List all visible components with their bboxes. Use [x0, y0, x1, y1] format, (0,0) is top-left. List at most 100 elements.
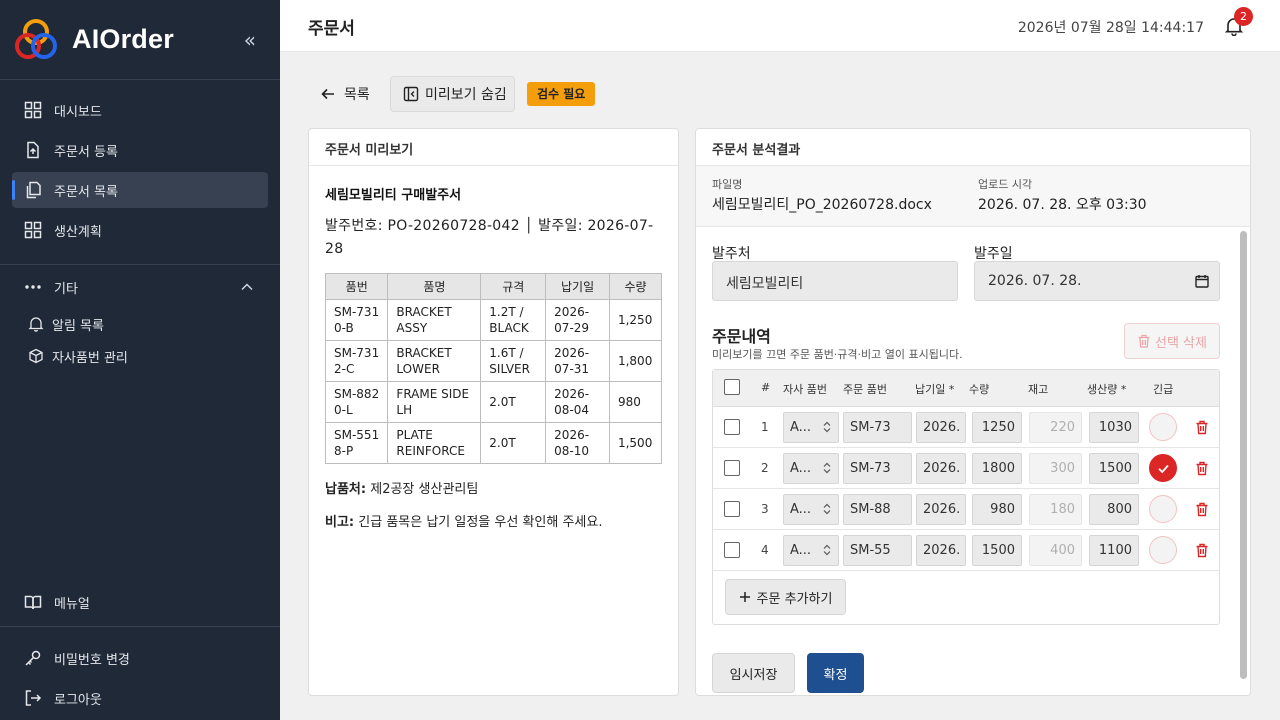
column-header-urgent: 긴급: [1153, 383, 1174, 396]
delete-row-icon[interactable]: [1195, 543, 1209, 558]
delete-row-icon[interactable]: [1195, 461, 1209, 476]
delete-row-icon[interactable]: [1195, 502, 1209, 517]
order-date-value: 2026. 07. 28.: [988, 273, 1082, 289]
note-label: 비고:: [325, 515, 355, 530]
nav-item-notifications[interactable]: 알림 목록: [12, 309, 268, 339]
column-header: 납기일: [545, 273, 610, 300]
cell-part-name: FRAME SIDE LH: [387, 381, 482, 423]
own-part-select[interactable]: A...: [783, 494, 839, 525]
due-date-input[interactable]: 2026.: [916, 535, 966, 566]
collapse-sidebar-icon[interactable]: «: [244, 28, 256, 52]
scrollbar[interactable]: [1240, 231, 1247, 679]
row-checkbox[interactable]: [724, 542, 740, 558]
delivery-label: 납품처:: [325, 482, 367, 497]
own-part-value: A...: [790, 461, 812, 476]
table-row: SM-7310-B BRACKET ASSY 1.2T / BLACK 2026…: [324, 299, 663, 341]
urgent-toggle[interactable]: [1149, 536, 1177, 564]
cell-part-no: SM-7312-C: [324, 340, 389, 382]
logout-link[interactable]: 로그아웃: [12, 680, 268, 716]
select-all-checkbox[interactable]: [724, 379, 740, 395]
nav-item-production-plan[interactable]: 생산계획: [12, 212, 268, 248]
row-checkbox[interactable]: [724, 501, 740, 517]
box-icon: [29, 348, 43, 364]
nav-item-order-list[interactable]: 주문서 목록: [12, 172, 268, 208]
row-checkbox[interactable]: [724, 460, 740, 476]
page-title: 주문서: [308, 19, 355, 39]
more-dots-icon: [25, 285, 41, 289]
own-part-select[interactable]: A...: [783, 412, 839, 443]
table-row: SM-7312-C BRACKET LOWER 1.6T / SILVER 20…: [324, 340, 663, 382]
row-checkbox[interactable]: [724, 419, 740, 435]
urgent-toggle[interactable]: [1149, 495, 1177, 523]
cell-part-no: SM-5518-P: [324, 422, 389, 464]
order-part-input[interactable]: SM-73: [843, 412, 912, 443]
upload-time-label: 업로드 시각: [978, 178, 1033, 191]
production-input[interactable]: 800: [1089, 494, 1139, 525]
urgent-toggle[interactable]: [1149, 454, 1177, 482]
check-icon: [1158, 464, 1169, 474]
file-info: 파일명 세림모빌리티_PO_20260728.docx 업로드 시각 2026.…: [696, 166, 1250, 227]
select-arrows-icon: [823, 544, 831, 556]
order-items-title: 주문내역: [712, 327, 771, 346]
production-input[interactable]: 1100: [1089, 535, 1139, 566]
key-icon: [25, 650, 41, 666]
nav-item-manual[interactable]: 메뉴얼: [12, 584, 268, 620]
analysis-panel: 주문서 분석결과 파일명 세림모빌리티_PO_20260728.docx 업로드…: [695, 128, 1251, 696]
add-order-label: 주문 추가하기: [756, 591, 833, 607]
quantity-input[interactable]: 1250: [972, 412, 1022, 443]
analysis-form: 발주처 세림모빌리티 발주일 2026. 07. 28. 주문내역 미리보기를 …: [696, 228, 1250, 695]
nav-item-label: 로그아웃: [54, 692, 102, 708]
quantity-input[interactable]: 980: [972, 494, 1022, 525]
stock-value: 180: [1029, 494, 1082, 525]
brand: AIOrder «: [0, 0, 280, 80]
cell-due-date: 2026-08-04: [545, 381, 610, 423]
quantity-input[interactable]: 1800: [972, 453, 1022, 484]
save-draft-button[interactable]: 임시저장: [712, 653, 795, 693]
own-part-value: A...: [790, 502, 812, 517]
order-part-input[interactable]: SM-88: [843, 494, 912, 525]
change-password-link[interactable]: 비밀번호 변경: [12, 640, 268, 676]
cell-part-no: SM-7310-B: [324, 299, 389, 341]
back-to-list-button[interactable]: 목록: [310, 80, 380, 108]
order-date-input[interactable]: 2026. 07. 28.: [974, 261, 1220, 301]
due-date-input[interactable]: 2026.: [916, 453, 966, 484]
production-input[interactable]: 1030: [1089, 412, 1139, 443]
stock-value: 300: [1029, 453, 1082, 484]
due-date-input[interactable]: 2026.: [916, 412, 966, 443]
app-name: AIOrder: [72, 24, 174, 54]
client-input[interactable]: 세림모빌리티: [712, 261, 958, 301]
column-header-production: 생산량 *: [1087, 383, 1127, 396]
production-input[interactable]: 1500: [1089, 453, 1139, 484]
nav-item-part-management[interactable]: 자사품번 관리: [12, 341, 268, 371]
stock-value: 220: [1029, 412, 1082, 443]
nav-item-label: 알림 목록: [52, 318, 104, 334]
nav-item-dashboard[interactable]: 대시보드: [12, 92, 268, 128]
calendar-icon[interactable]: [1195, 274, 1209, 288]
column-header-num: #: [761, 381, 771, 394]
own-part-select[interactable]: A...: [783, 535, 839, 566]
nav-group-etc[interactable]: 기타: [12, 269, 268, 305]
doc-title: 세림모빌리티 구매발주서: [325, 188, 462, 203]
cell-part-name: BRACKET LOWER: [387, 340, 482, 382]
quantity-input[interactable]: 1500: [972, 535, 1022, 566]
bell-icon: [28, 317, 44, 332]
order-part-input[interactable]: SM-73: [843, 453, 912, 484]
hide-preview-button[interactable]: 미리보기 숨김: [390, 76, 515, 112]
add-order-button[interactable]: 주문 추가하기: [725, 579, 846, 615]
order-part-input[interactable]: SM-55: [843, 535, 912, 566]
due-date-input[interactable]: 2026.: [916, 494, 966, 525]
logout-icon: [25, 690, 42, 706]
preview-header: 주문서 미리보기: [309, 129, 678, 166]
delivery-value: 제2공장 생산관리팀: [370, 482, 479, 497]
delete-selected-button[interactable]: 선택 삭제: [1124, 323, 1220, 359]
confirm-button[interactable]: 확정: [807, 653, 864, 693]
nav-item-order-register[interactable]: 주문서 등록: [12, 132, 268, 168]
cell-part-name: BRACKET ASSY: [387, 299, 482, 341]
sidebar: AIOrder « 대시보드 주문서 등록 주문서 목록 생산계획 기타 알림 …: [0, 0, 280, 720]
delete-row-icon[interactable]: [1195, 420, 1209, 435]
grid-icon: [24, 221, 42, 239]
cell-due-date: 2026-07-29: [545, 299, 610, 341]
urgent-toggle[interactable]: [1149, 413, 1177, 441]
cell-spec: 2.0T: [480, 381, 547, 423]
own-part-select[interactable]: A...: [783, 453, 839, 484]
